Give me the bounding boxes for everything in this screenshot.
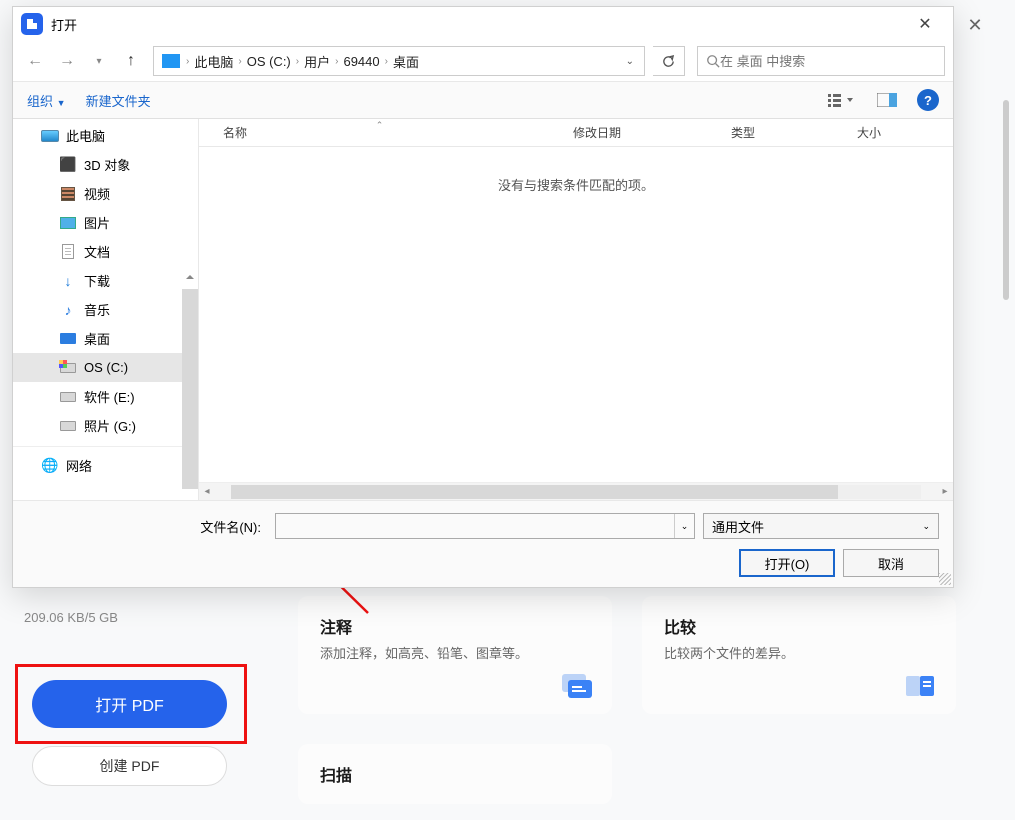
recent-dropdown[interactable]: ▾ bbox=[85, 47, 113, 75]
preview-pane-button[interactable] bbox=[871, 88, 903, 112]
app-close-icon[interactable]: ✕ bbox=[955, 5, 995, 45]
tree-os-c[interactable]: OS (C:) bbox=[13, 353, 198, 382]
card-annotate[interactable]: 注释 添加注释，如高亮、铅笔、图章等。 bbox=[298, 596, 612, 714]
chevron-down-icon: ⌄ bbox=[922, 521, 930, 532]
view-options-button[interactable] bbox=[825, 88, 857, 112]
card-title: 注释 bbox=[320, 614, 590, 638]
forward-button[interactable]: → bbox=[53, 47, 81, 75]
sidebar-scrollbar[interactable] bbox=[182, 289, 198, 489]
column-headers: ⌃名称 修改日期 类型 大小 bbox=[199, 119, 953, 147]
chevron-right-icon: › bbox=[184, 56, 191, 67]
open-pdf-button[interactable]: 打开 PDF bbox=[32, 680, 227, 728]
filename-input[interactable]: ⌄ bbox=[275, 513, 695, 539]
breadcrumb[interactable]: 69440 bbox=[340, 54, 382, 69]
tree-software-e[interactable]: 软件 (E:) bbox=[13, 382, 198, 411]
column-type[interactable]: 类型 bbox=[719, 119, 845, 146]
location-icon bbox=[162, 54, 180, 68]
card-scan[interactable]: 扫描 bbox=[298, 744, 612, 804]
resize-grip[interactable] bbox=[939, 573, 951, 585]
chevron-right-icon: › bbox=[294, 56, 301, 67]
compare-icon bbox=[904, 672, 938, 700]
filename-label: 文件名(N): bbox=[27, 517, 267, 536]
search-box[interactable] bbox=[697, 46, 945, 76]
chevron-down-icon: ▼ bbox=[57, 98, 66, 108]
breadcrumb[interactable]: 桌面 bbox=[390, 52, 422, 71]
tree-videos[interactable]: 视频 bbox=[13, 179, 198, 208]
file-type-filter[interactable]: 通用文件⌄ bbox=[703, 513, 939, 539]
tree-network[interactable]: 🌐网络 bbox=[13, 446, 198, 479]
dialog-footer: 文件名(N): ⌄ 通用文件⌄ 打开(O) 取消 bbox=[13, 500, 953, 587]
navigation-bar: ← → ▾ ↑ › 此电脑 › OS (C:) › 用户 › 69440 › 桌… bbox=[13, 41, 953, 81]
scroll-left-icon[interactable]: ◂ bbox=[199, 486, 215, 497]
tree-3d-objects[interactable]: ⬛3D 对象 bbox=[13, 150, 198, 179]
card-title: 比较 bbox=[664, 614, 934, 638]
close-icon[interactable]: ✕ bbox=[905, 9, 945, 39]
new-folder-button[interactable]: 新建文件夹 bbox=[86, 91, 151, 110]
storage-usage: 209.06 KB/5 GB bbox=[24, 610, 118, 625]
tree-photos-g[interactable]: 照片 (G:) bbox=[13, 411, 198, 440]
tree-music[interactable]: ♪音乐 bbox=[13, 295, 198, 324]
dialog-title: 打开 bbox=[51, 15, 905, 34]
chevron-right-icon: › bbox=[383, 56, 390, 67]
filename-dropdown-icon[interactable]: ⌄ bbox=[674, 514, 694, 538]
column-size[interactable]: 大小 bbox=[845, 119, 953, 146]
scroll-right-icon[interactable]: ▸ bbox=[937, 486, 953, 497]
chevron-right-icon: › bbox=[333, 56, 340, 67]
card-desc: 比较两个文件的差异。 bbox=[664, 644, 934, 664]
list-view-icon bbox=[827, 92, 855, 108]
file-open-dialog: 打开 ✕ ← → ▾ ↑ › 此电脑 › OS (C:) › 用户 › 6944… bbox=[12, 6, 954, 588]
address-dropdown-icon[interactable]: ⌄ bbox=[620, 56, 640, 67]
chevron-right-icon: › bbox=[236, 56, 243, 67]
tree-documents[interactable]: 文档 bbox=[13, 237, 198, 266]
column-name[interactable]: ⌃名称 bbox=[199, 119, 561, 146]
breadcrumb[interactable]: 此电脑 bbox=[191, 52, 236, 71]
app-scrollbar[interactable] bbox=[1003, 100, 1009, 300]
horizontal-scrollbar[interactable]: ◂ ▸ bbox=[199, 482, 953, 500]
address-bar[interactable]: › 此电脑 › OS (C:) › 用户 › 69440 › 桌面 ⌄ bbox=[153, 46, 645, 76]
card-title: 扫描 bbox=[320, 762, 590, 786]
empty-message: 没有与搜索条件匹配的项。 bbox=[199, 147, 953, 222]
cancel-button[interactable]: 取消 bbox=[843, 549, 939, 577]
folder-tree: 此电脑 ⬛3D 对象 视频 图片 文档 ↓下载 ♪音乐 桌面 OS (C:) 软… bbox=[13, 119, 199, 500]
tree-downloads[interactable]: ↓下载 bbox=[13, 266, 198, 295]
column-date[interactable]: 修改日期 bbox=[561, 119, 719, 146]
preview-pane-icon bbox=[877, 93, 897, 107]
create-pdf-button[interactable]: 创建 PDF bbox=[32, 746, 227, 786]
app-icon bbox=[21, 13, 43, 35]
refresh-icon bbox=[661, 54, 676, 69]
search-icon bbox=[706, 54, 720, 68]
toolbar: 组织 ▼ 新建文件夹 ? bbox=[13, 81, 953, 119]
tree-this-pc[interactable]: 此电脑 bbox=[13, 121, 198, 150]
tree-desktop[interactable]: 桌面 bbox=[13, 324, 198, 353]
file-list-area: ⌃名称 修改日期 类型 大小 没有与搜索条件匹配的项。 ◂ ▸ bbox=[199, 119, 953, 500]
sort-asc-icon: ⌃ bbox=[376, 120, 384, 131]
refresh-button[interactable] bbox=[653, 46, 685, 76]
card-desc: 添加注释，如高亮、铅笔、图章等。 bbox=[320, 644, 590, 664]
help-icon[interactable]: ? bbox=[917, 89, 939, 111]
chat-icon bbox=[560, 672, 594, 700]
tree-pictures[interactable]: 图片 bbox=[13, 208, 198, 237]
open-button[interactable]: 打开(O) bbox=[739, 549, 835, 577]
up-button[interactable]: ↑ bbox=[117, 47, 145, 75]
card-compare[interactable]: 比较 比较两个文件的差异。 bbox=[642, 596, 956, 714]
breadcrumb[interactable]: OS (C:) bbox=[244, 54, 294, 69]
organize-menu[interactable]: 组织 ▼ bbox=[27, 91, 66, 110]
search-input[interactable] bbox=[720, 54, 936, 69]
breadcrumb[interactable]: 用户 bbox=[301, 52, 333, 71]
titlebar: 打开 ✕ bbox=[13, 7, 953, 41]
back-button[interactable]: ← bbox=[21, 47, 49, 75]
